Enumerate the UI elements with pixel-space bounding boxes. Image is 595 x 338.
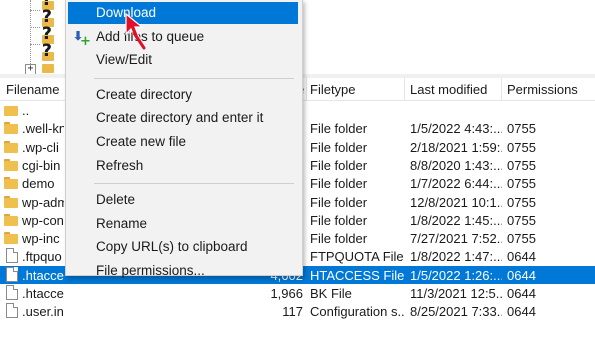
file-size: 117 — [282, 304, 303, 320]
menu-item-view-edit[interactable]: View/Edit — [68, 49, 298, 71]
file-name: .. — [22, 103, 30, 118]
menu-item-create-new-file[interactable]: Create new file — [68, 131, 298, 153]
file-type: FTPQUOTA File — [310, 249, 404, 265]
file-name: wp-adm — [22, 194, 64, 210]
file-type: File folder — [310, 212, 368, 228]
red-pointer-arrow-icon — [125, 12, 146, 50]
file-last-modified: 7/27/2021 7:52... — [410, 231, 502, 247]
file-name: cgi-bin — [22, 157, 61, 173]
file-last-modified: 11/3/2021 12:5... — [410, 286, 502, 301]
file-name: .ftpquo — [22, 249, 62, 265]
menu-item-label: Refresh — [96, 157, 144, 173]
menu-item-file-permissions[interactable]: File permissions... — [68, 260, 298, 282]
file-permissions: 0755 — [507, 212, 536, 228]
add-to-queue-icon: ⬇ + — [73, 28, 91, 49]
column-header-permissions[interactable]: Permissions — [507, 82, 578, 97]
folder-icon — [4, 121, 18, 135]
menu-item-label: Create directory and enter it — [96, 110, 264, 126]
file-name: .htaccess.bk — [22, 286, 64, 301]
tree-connector — [30, 27, 40, 28]
file-name: demo — [22, 176, 55, 192]
column-divider[interactable] — [306, 78, 307, 100]
file-name: .wp-cli — [22, 139, 59, 155]
column-header-filetype[interactable]: Filetype — [310, 82, 356, 97]
file-permissions: 0755 — [507, 157, 536, 173]
file-last-modified: 12/8/2021 10:1... — [410, 194, 502, 210]
file-type: File folder — [310, 121, 368, 137]
file-name: .user.ini — [22, 304, 64, 320]
file-type: HTACCESS File — [310, 267, 404, 283]
folder-icon — [4, 231, 18, 245]
folder-icon — [4, 158, 18, 171]
menu-item-label: Create directory — [96, 86, 193, 102]
file-type: File folder — [310, 194, 368, 210]
file-row[interactable]: .htaccess.bk 1,966 BK File 11/3/2021 12:5..… — [0, 284, 595, 302]
folder-icon — [4, 176, 18, 190]
menu-item-label: Delete — [96, 192, 136, 208]
file-icon — [6, 266, 18, 282]
file-icon — [6, 248, 18, 264]
file-size: 1,966 — [270, 286, 303, 301]
file-permissions: 0644 — [507, 304, 536, 320]
menu-item-create-directory-and-enter-it[interactable]: Create directory and enter it — [68, 107, 298, 129]
file-permissions: 0644 — [507, 249, 536, 265]
menu-item-label: File permissions... — [96, 263, 205, 278]
folder-icon — [4, 213, 18, 226]
menu-item-label: Rename — [96, 215, 148, 231]
file-name: wp-con — [22, 212, 64, 228]
menu-item-download[interactable]: Download — [68, 2, 298, 24]
file-last-modified: 8/8/2020 1:43:... — [410, 157, 502, 173]
file-last-modified: 1/7/2022 6:44:... — [410, 176, 502, 192]
file-name: .well-kn — [22, 121, 64, 137]
column-header-last-modified[interactable]: Last modified — [410, 82, 487, 97]
menu-separator — [94, 77, 294, 79]
file-permissions: 0644 — [507, 267, 536, 283]
menu-item-create-directory[interactable]: Create directory — [68, 84, 298, 106]
file-row[interactable]: .user.ini 117 Configuration s... 8/25/2021 … — [0, 302, 595, 320]
file-type: Configuration s... — [310, 304, 404, 320]
folder-icon — [4, 195, 18, 208]
tree-connector — [30, 10, 40, 11]
file-icon — [6, 285, 18, 300]
column-divider[interactable] — [501, 78, 502, 100]
tree-connector — [30, 44, 40, 45]
file-name: .htaccess — [22, 267, 64, 283]
context-menu: Download ⬇ + Add files to queue View/Edit Cre… — [65, 0, 303, 278]
menu-separator — [94, 183, 294, 185]
menu-item-label: View/Edit — [96, 52, 153, 68]
menu-item-label: Create new file — [96, 134, 187, 149]
file-icon — [6, 303, 18, 319]
file-type: File folder — [310, 139, 368, 155]
file-permissions: 0755 — [507, 139, 536, 155]
file-permissions: 0755 — [507, 121, 536, 137]
folder-icon — [4, 140, 18, 153]
menu-item-refresh[interactable]: Refresh — [68, 155, 298, 177]
file-last-modified: 2/18/2021 1:59:... — [410, 139, 502, 155]
file-permissions: 0755 — [507, 231, 536, 247]
menu-item-delete[interactable]: Delete — [68, 189, 298, 211]
menu-item-label: Copy URL(s) to clipboard — [96, 239, 248, 255]
file-last-modified: 1/5/2022 1:26:... — [410, 267, 502, 283]
menu-item-copy-url-s-to-clipboard[interactable]: Copy URL(s) to clipboard — [68, 236, 298, 258]
file-permissions: 0644 — [507, 286, 536, 301]
file-type: BK File — [310, 286, 352, 301]
file-permissions: 0755 — [507, 194, 536, 210]
file-type: File folder — [310, 231, 368, 247]
column-header-filename[interactable]: Filename — [6, 82, 59, 97]
file-name: wp-inc — [22, 231, 60, 247]
file-last-modified: 8/25/2021 7:33... — [410, 304, 502, 320]
column-divider[interactable] — [404, 78, 405, 100]
menu-item-rename[interactable]: Rename — [68, 213, 298, 235]
file-last-modified: 1/5/2022 4:43:... — [410, 121, 502, 137]
file-last-modified: 1/8/2022 1:47:... — [410, 249, 502, 265]
file-last-modified: 1/8/2022 1:45:... — [410, 212, 502, 228]
file-permissions: 0755 — [507, 176, 536, 192]
file-type: File folder — [310, 157, 368, 173]
file-type: File folder — [310, 176, 368, 192]
up-folder-icon — [4, 103, 18, 116]
menu-item-add-files-to-queue[interactable]: ⬇ + Add files to queue — [68, 26, 298, 49]
unknown-folder-icon: ? — [42, 41, 56, 61]
